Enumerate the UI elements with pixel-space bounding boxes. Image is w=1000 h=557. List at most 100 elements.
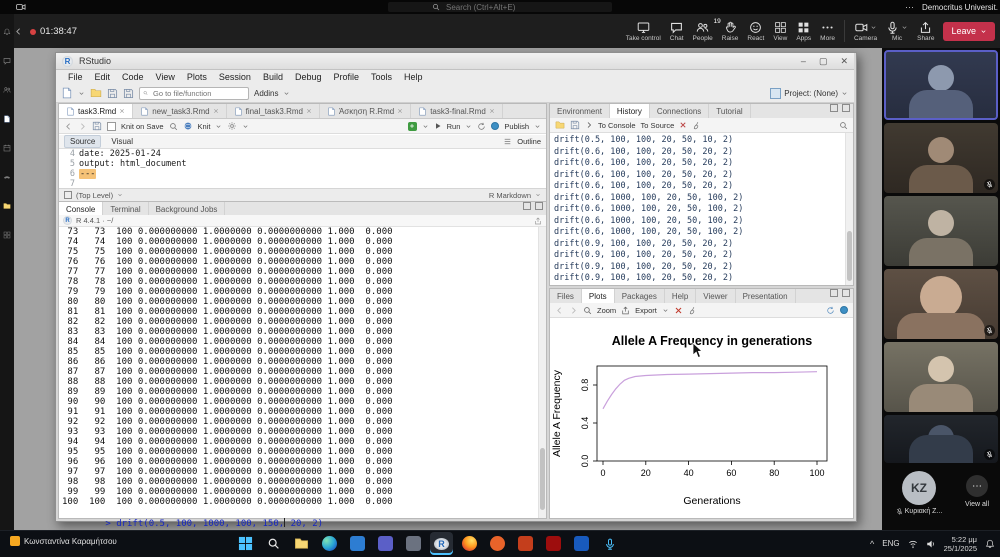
tab-environment[interactable]: Environment	[550, 104, 610, 118]
mic-button[interactable]: Mic	[886, 21, 908, 42]
participant-video-4[interactable]	[884, 269, 998, 339]
tab-plots[interactable]: Plots	[581, 289, 615, 303]
remove-plot-icon[interactable]	[674, 306, 683, 315]
tab-console[interactable]: Console	[59, 202, 104, 216]
knit-on-save-checkbox[interactable]	[107, 121, 116, 131]
calendar-icon[interactable]	[3, 144, 11, 152]
firefox-button[interactable]	[458, 532, 481, 555]
menu-tools[interactable]: Tools	[365, 72, 398, 82]
close-icon[interactable]	[213, 108, 219, 114]
save-icon[interactable]	[107, 88, 118, 99]
assignments-icon[interactable]	[3, 115, 11, 123]
delete-entries-icon[interactable]	[679, 121, 687, 129]
history-entry[interactable]: drift(0.9, 100, 100, 20, 50, 20, 2)	[554, 273, 850, 285]
forward-icon[interactable]	[78, 122, 87, 131]
participant-video-2[interactable]	[884, 123, 998, 193]
menu-file[interactable]: File	[62, 72, 89, 82]
zoom-button[interactable]: Zoom	[597, 306, 616, 315]
history-entry[interactable]: drift(0.6, 100, 100, 20, 50, 20, 2)	[554, 158, 850, 170]
leave-button[interactable]: Leave	[943, 21, 995, 41]
menu-profile[interactable]: Profile	[328, 72, 366, 82]
history-entry[interactable]: drift(0.6, 100, 100, 20, 50, 20, 2)	[554, 170, 850, 182]
addins-button[interactable]: Addins	[254, 89, 278, 98]
maximize-pane-icon[interactable]	[535, 202, 543, 210]
export-button[interactable]: Export	[635, 306, 657, 315]
language-indicator[interactable]: ENG	[882, 539, 899, 548]
close-icon[interactable]	[397, 108, 403, 114]
knit-button[interactable]: Knit	[198, 122, 211, 131]
gear-icon[interactable]	[227, 121, 237, 131]
chevron-down-icon[interactable]	[78, 90, 85, 97]
people-button[interactable]: 19 People	[693, 18, 721, 42]
history-entry[interactable]: drift(0.6, 1000, 100, 20, 50, 100, 2)	[554, 193, 850, 205]
minimize-button[interactable]: –	[801, 56, 806, 67]
tab-packages[interactable]: Packages	[615, 289, 665, 303]
save-history-icon[interactable]	[570, 120, 580, 130]
teams-mic-indicator[interactable]	[598, 532, 621, 555]
rstudio-window[interactable]: R RStudio – ▢ ✕ File Edit Code View Plot…	[55, 52, 857, 529]
previous-plot-icon[interactable]	[555, 306, 564, 315]
source-mode-button[interactable]: Source	[64, 135, 102, 148]
files-icon[interactable]	[3, 202, 11, 210]
insert-chunk-button[interactable]	[407, 121, 417, 131]
tab-viewer[interactable]: Viewer	[696, 289, 736, 303]
history-entry[interactable]: drift(0.6, 1000, 100, 20, 50, 100, 2)	[554, 204, 850, 216]
participant-video-3[interactable]	[884, 196, 998, 266]
menu-edit[interactable]: Edit	[89, 72, 117, 82]
back-icon[interactable]	[14, 27, 23, 36]
minimize-pane-icon[interactable]	[523, 202, 531, 210]
edge-button[interactable]	[318, 532, 341, 555]
project-selector[interactable]: Project: (None)	[770, 87, 848, 99]
menu-help[interactable]: Help	[398, 72, 429, 82]
global-search[interactable]	[388, 1, 612, 13]
back-icon[interactable]	[64, 122, 73, 131]
taskbar-search-button[interactable]	[262, 532, 285, 555]
close-icon[interactable]	[489, 108, 495, 114]
run-button[interactable]: Run	[447, 122, 461, 131]
code-editor[interactable]: 4 date: 2025-01-24 5 output: html_document…	[59, 149, 546, 188]
chevron-down-icon[interactable]	[535, 192, 541, 198]
history-list[interactable]: drift(0.5, 100, 100, 20, 50, 10, 2) drift…	[550, 133, 850, 287]
scope-selector[interactable]: (Top Level)	[76, 191, 113, 200]
minimize-pane-icon[interactable]	[830, 289, 838, 297]
menu-plots[interactable]: Plots	[181, 72, 213, 82]
hidden-icons-chevron[interactable]: ^	[870, 539, 874, 549]
topbar-more-button[interactable]: ⋯	[905, 2, 914, 13]
app-gray-button[interactable]	[402, 532, 425, 555]
camera-button[interactable]: Camera	[854, 21, 877, 42]
chat-icon[interactable]	[3, 57, 11, 65]
chevron-down-icon[interactable]	[901, 24, 908, 31]
raise-hand-button[interactable]: Raise	[722, 21, 738, 42]
history-entry[interactable]: drift(0.6, 100, 100, 20, 50, 20, 2)	[554, 181, 850, 193]
chevron-down-icon[interactable]	[283, 90, 290, 97]
powerpoint-button[interactable]	[514, 532, 537, 555]
view-button[interactable]: View	[773, 21, 787, 42]
maximize-pane-icon[interactable]	[842, 289, 850, 297]
to-console-button[interactable]: To Console	[598, 121, 636, 130]
take-control-button[interactable]: Take control	[626, 21, 661, 42]
tab-tutorial[interactable]: Tutorial	[709, 104, 751, 118]
history-scrollbar[interactable]	[845, 133, 853, 285]
history-entry[interactable]: drift(0.6, 1000, 100, 20, 50, 100, 2)	[554, 227, 850, 239]
notifications-icon[interactable]	[985, 539, 995, 549]
console-output[interactable]: 73 73 100 0.000000000 1.0000000 0.000000…	[59, 227, 542, 507]
chevron-down-icon[interactable]	[465, 123, 472, 130]
filetype-selector[interactable]: R Markdown	[489, 191, 531, 200]
history-entry[interactable]: drift(0.9, 100, 100, 20, 50, 20, 2)	[554, 262, 850, 274]
maximize-pane-icon[interactable]	[842, 104, 850, 112]
scrollbar-thumb[interactable]	[540, 448, 545, 510]
editor-tab[interactable]: final_task3.Rmd	[227, 104, 320, 118]
chevron-down-icon[interactable]	[980, 28, 987, 35]
save-icon[interactable]	[92, 121, 102, 131]
tab-help[interactable]: Help	[665, 289, 697, 303]
close-icon[interactable]	[119, 108, 125, 114]
share-button[interactable]: Share	[917, 21, 934, 42]
console-scrollbar[interactable]	[538, 227, 546, 518]
publish-button[interactable]: Publish	[504, 122, 529, 131]
next-plot-icon[interactable]	[569, 306, 578, 315]
tab-connections[interactable]: Connections	[650, 104, 710, 118]
editor-tab[interactable]: Άσκηση R.Rmd	[320, 104, 412, 118]
new-file-icon[interactable]	[61, 87, 73, 99]
chevron-down-icon[interactable]	[870, 24, 877, 31]
chevron-down-icon[interactable]	[841, 90, 848, 97]
